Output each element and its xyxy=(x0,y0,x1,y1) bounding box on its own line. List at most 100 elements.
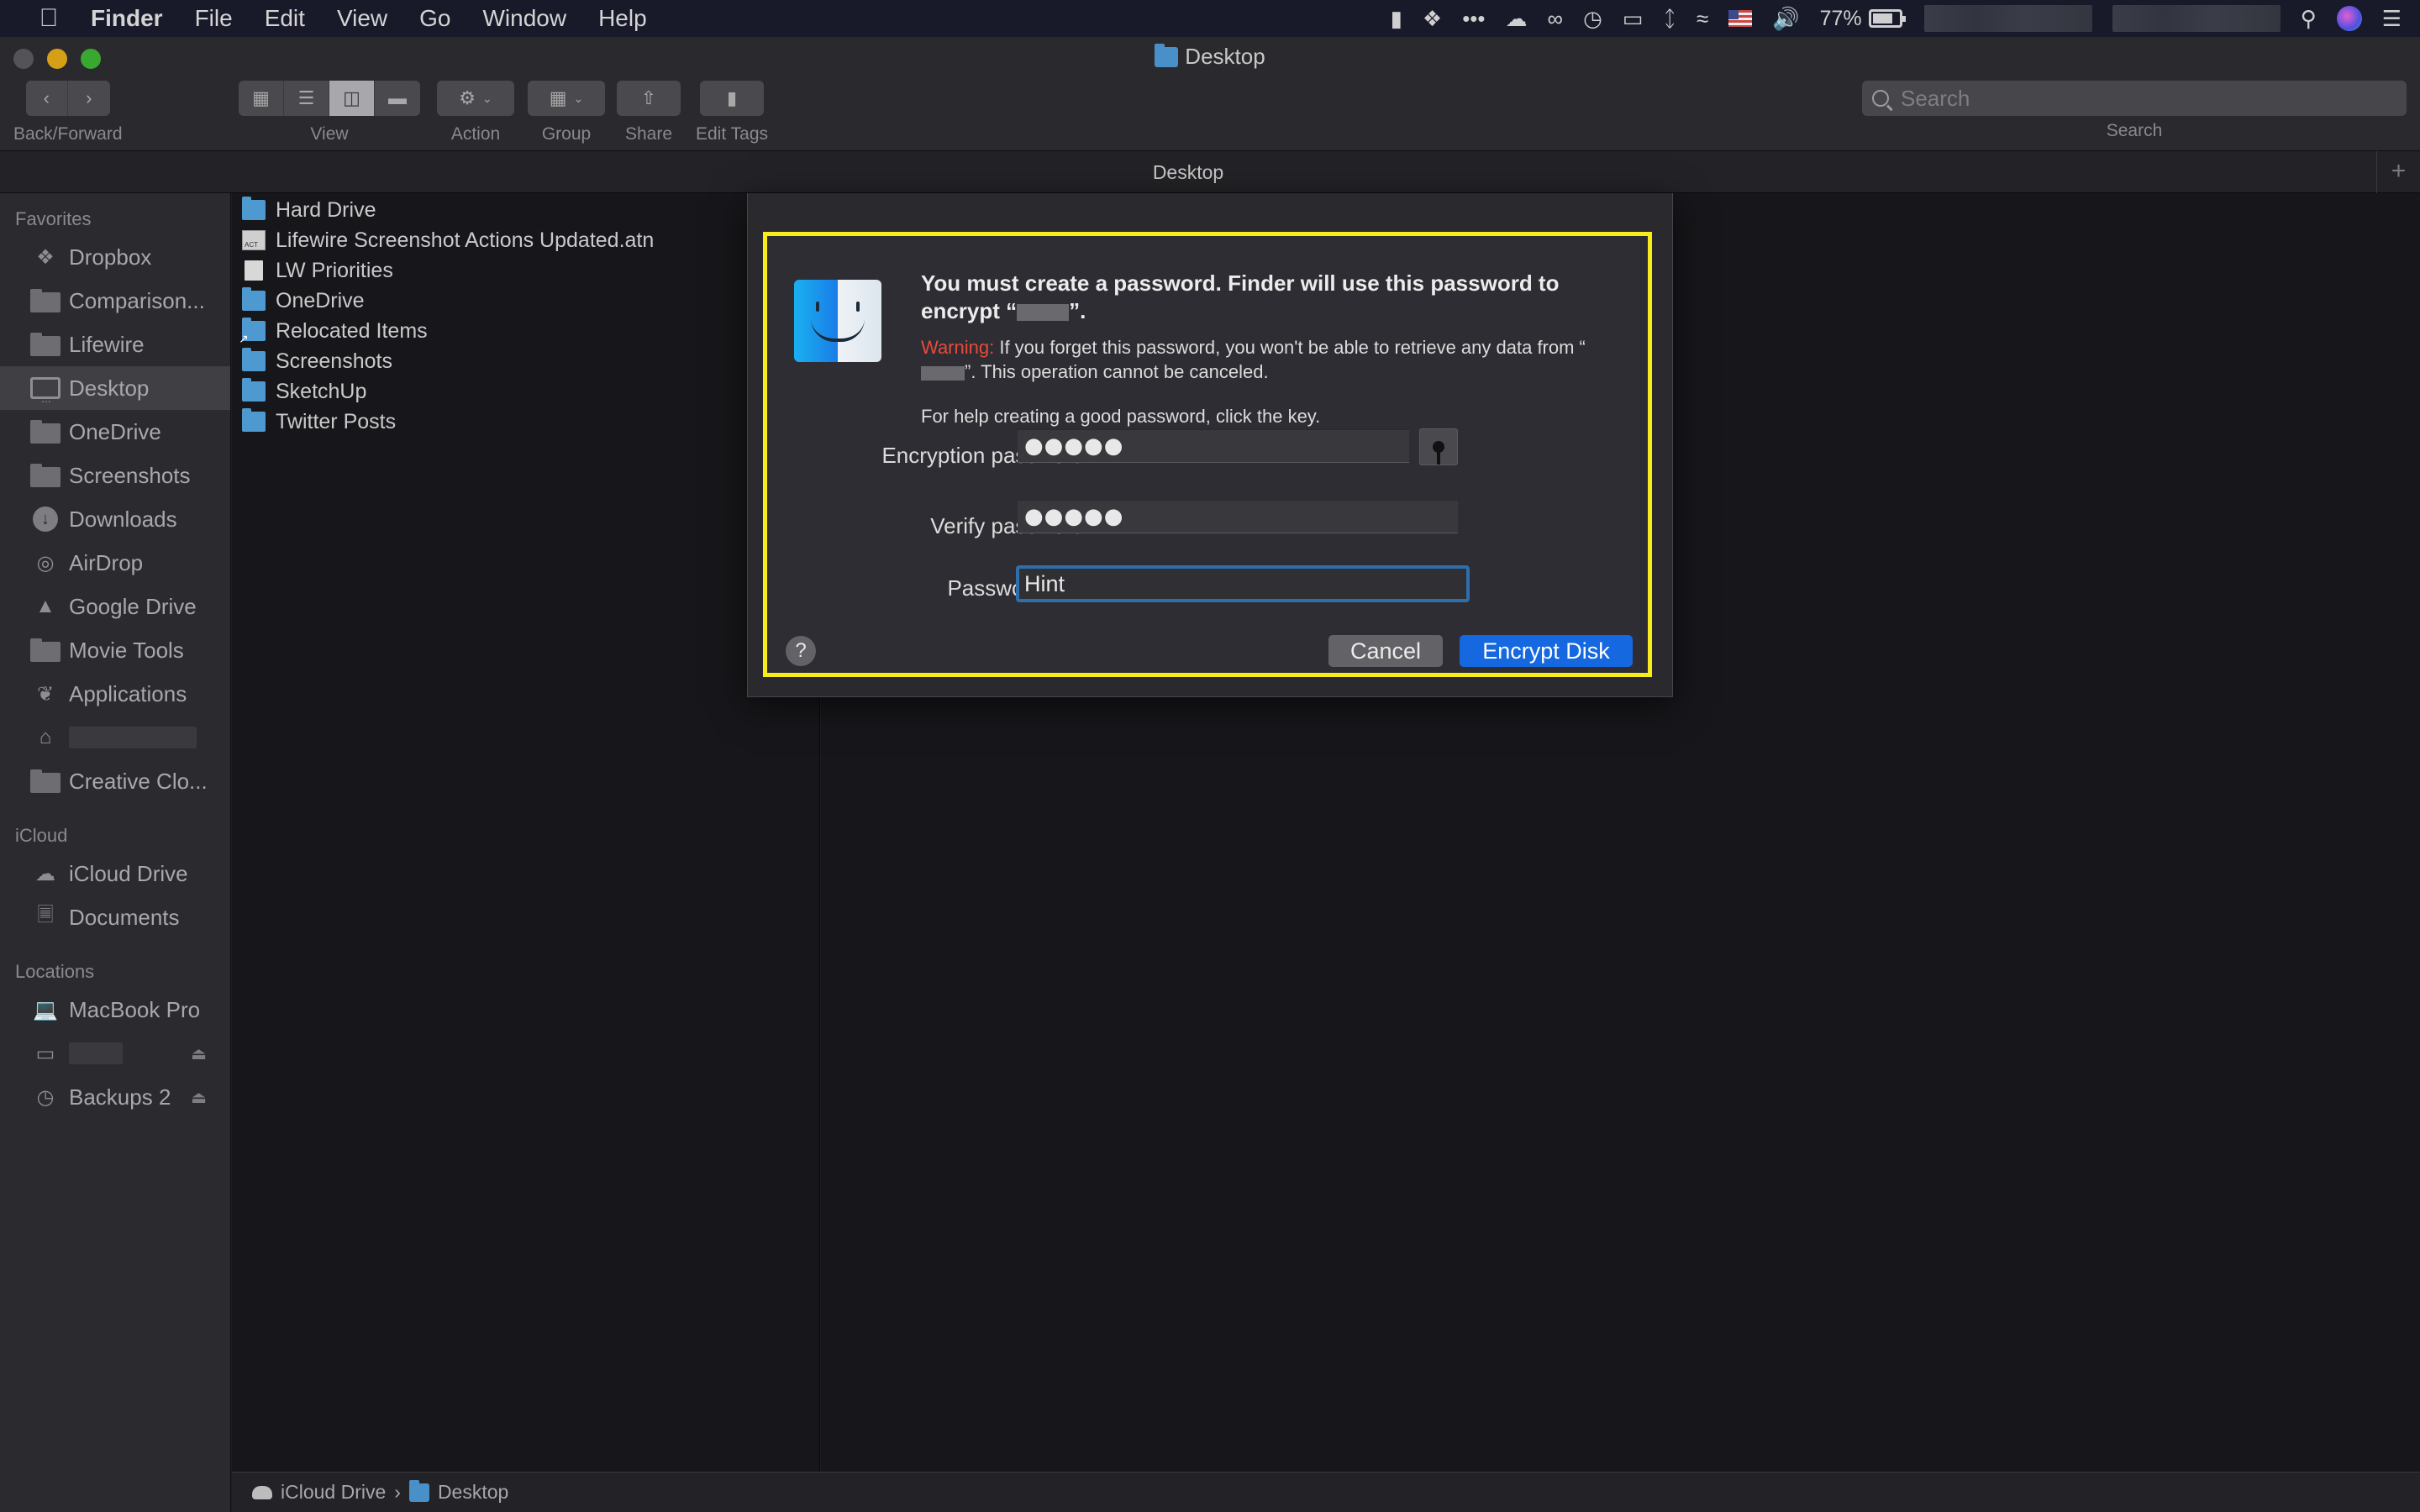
back-forward-label: Back/Forward xyxy=(13,124,123,144)
action-label: Action xyxy=(450,124,501,144)
apple-menu-icon[interactable]:  xyxy=(32,4,66,33)
sidebar-item-icloud-drive[interactable]: ☁ iCloud Drive xyxy=(0,852,230,895)
list-view-button[interactable]: ☰ xyxy=(284,81,329,116)
action-button[interactable]: ⚙ ⌄ xyxy=(437,81,514,116)
file-item[interactable]: Screenshots xyxy=(232,346,819,376)
airplay-icon[interactable]: ▭ xyxy=(1623,6,1644,32)
menu-edit[interactable]: Edit xyxy=(265,0,305,37)
password-hint-input[interactable] xyxy=(1016,565,1470,602)
sidebar-item-documents[interactable]: 🗏 Documents xyxy=(0,895,230,939)
share-button[interactable]: ⇧ xyxy=(617,81,681,116)
time-machine-icon[interactable]: ◷ xyxy=(1583,6,1602,32)
tab-desktop[interactable]: Desktop xyxy=(0,151,2376,193)
group-button[interactable]: ▦ ⌄ xyxy=(528,81,605,116)
dropbox-icon[interactable]: ❖ xyxy=(1423,6,1442,32)
file-item[interactable]: SketchUp xyxy=(232,376,819,407)
encrypt-disk-button[interactable]: Encrypt Disk xyxy=(1460,635,1633,667)
sidebar-item-screenshots[interactable]: Screenshots xyxy=(0,454,230,497)
help-button[interactable]: ? xyxy=(786,636,816,666)
search-input[interactable] xyxy=(1901,85,2388,112)
file-name: Relocated Items xyxy=(276,318,428,343)
menu-finder[interactable]: Finder xyxy=(91,0,163,37)
sidebar-item-label: Lifewire xyxy=(69,331,145,357)
edit-tags-button[interactable]: ▮ xyxy=(700,81,764,116)
path-item-icloud-drive[interactable]: iCloud Drive xyxy=(281,1481,386,1504)
file-item[interactable]: Hard Drive xyxy=(232,195,819,225)
sidebar-header-favorites: Favorites xyxy=(15,208,92,229)
tag-icon: ▮ xyxy=(726,87,738,108)
us-flag-icon[interactable] xyxy=(1728,10,1753,27)
folder-icon xyxy=(30,464,60,487)
dropbox-icon: ❖ xyxy=(36,245,55,269)
sidebar-item-applications[interactable]: ❦ Applications xyxy=(0,672,230,716)
more-icon[interactable]: ••• xyxy=(1462,6,1485,32)
password-assistant-button[interactable] xyxy=(1419,428,1458,465)
sidebar-item-backups-2[interactable]: ◷ Backups 2 ⏏ xyxy=(0,1075,230,1119)
back-button[interactable]: ‹ xyxy=(25,81,68,116)
sidebar: Favorites ❖ Dropbox Comparison... Lifewi… xyxy=(0,193,231,1512)
eject-icon[interactable]: ⏏ xyxy=(191,1043,207,1064)
sidebar-item-creative-cloud[interactable]: Creative Clo... xyxy=(0,759,230,803)
spotlight-icon[interactable]: ⚲ xyxy=(2301,6,2317,32)
menu-window[interactable]: Window xyxy=(482,0,566,37)
sidebar-item-airdrop[interactable]: ◎ AirDrop xyxy=(0,541,230,585)
menu-help[interactable]: Help xyxy=(598,0,647,37)
eject-icon[interactable]: ⏏ xyxy=(191,1087,207,1108)
icon-view-button[interactable]: ▦ xyxy=(239,81,284,116)
sidebar-item-downloads[interactable]: ↓ Downloads xyxy=(0,497,230,541)
path-item-desktop[interactable]: Desktop xyxy=(438,1481,508,1504)
encrypt-dialog: You must create a password. Finder will … xyxy=(747,193,1673,697)
sidebar-item-desktop[interactable]: Desktop xyxy=(0,366,230,410)
file-item[interactable]: OneDrive xyxy=(232,286,819,316)
key-icon xyxy=(1433,441,1444,465)
sidebar-item-label: OneDrive xyxy=(69,418,161,444)
encryption-password-field[interactable]: ●●●●● xyxy=(1018,429,1409,463)
sidebar-item-movie-tools[interactable]: Movie Tools xyxy=(0,628,230,672)
chevron-down-icon: ⌄ xyxy=(573,91,584,105)
file-item[interactable]: Twitter Posts xyxy=(232,407,819,437)
sidebar-item-label: Creative Clo... xyxy=(69,768,208,794)
file-item[interactable]: Relocated Items xyxy=(232,316,819,346)
sidebar-item-label: Movie Tools xyxy=(69,637,184,663)
creative-cloud-icon[interactable]: ∞ xyxy=(1548,6,1564,32)
sidebar-item-google-drive[interactable]: ▲ Google Drive xyxy=(0,585,230,628)
forward-button[interactable]: › xyxy=(67,81,110,116)
cloud-upload-icon[interactable]: ☁ xyxy=(1506,6,1528,32)
gallery-view-button[interactable]: ▬ xyxy=(375,81,420,116)
sidebar-header-icloud: iCloud xyxy=(15,825,68,846)
applications-icon: ❦ xyxy=(36,682,55,706)
redacted-menu-item xyxy=(2112,5,2281,32)
folder-icon xyxy=(242,197,266,220)
group-group: ▦ ⌄ Group xyxy=(528,81,605,144)
warning-label: Warning: xyxy=(921,337,995,358)
menu-go[interactable]: Go xyxy=(419,0,450,37)
file-item[interactable]: LW Priorities xyxy=(232,255,819,286)
file-item[interactable]: Lifewire Screenshot Actions Updated.atn xyxy=(232,225,819,255)
window-title: Desktop xyxy=(0,43,2420,70)
bluetooth-icon[interactable]: ᛨ xyxy=(1663,6,1676,32)
sidebar-item-comparison[interactable]: Comparison... xyxy=(0,279,230,323)
volume-icon[interactable]: 🔊 xyxy=(1772,6,1799,32)
sidebar-item-macbook-pro[interactable]: 💻 MacBook Pro xyxy=(0,988,230,1032)
sidebar-item-lifewire[interactable]: Lifewire xyxy=(0,323,230,366)
sidebar-item-label: Screenshots xyxy=(69,462,191,488)
siri-icon[interactable] xyxy=(2336,6,2362,31)
sidebar-item-dropbox[interactable]: ❖ Dropbox xyxy=(0,235,230,279)
menu-view[interactable]: View xyxy=(337,0,387,37)
sidebar-item-home[interactable]: ⌂ xyxy=(0,716,230,759)
column-view-button[interactable]: ◫ xyxy=(329,81,375,116)
search-field[interactable] xyxy=(1862,81,2407,116)
wifi-icon[interactable]: ≈ xyxy=(1697,6,1708,32)
cancel-button[interactable]: Cancel xyxy=(1328,635,1443,667)
notification-center-icon[interactable]: ☰ xyxy=(2382,6,2402,32)
notification-icon[interactable]: ▮ xyxy=(1391,6,1402,32)
menu-file[interactable]: File xyxy=(195,0,233,37)
battery-icon[interactable] xyxy=(1868,9,1906,28)
battery-percent: 77% xyxy=(1819,6,1862,30)
sidebar-item-onedrive[interactable]: OneDrive xyxy=(0,410,230,454)
battery-fill xyxy=(1872,13,1892,24)
verify-password-field[interactable]: ●●●●● xyxy=(1018,500,1458,533)
add-tab-button[interactable]: + xyxy=(2376,151,2420,193)
sidebar-item-external-drive[interactable]: ▭ ⏏ xyxy=(0,1032,230,1075)
finder-window: Desktop ‹ › Back/Forward ▦ ☰ ◫ ▬ View ⚙ … xyxy=(0,37,2420,1512)
